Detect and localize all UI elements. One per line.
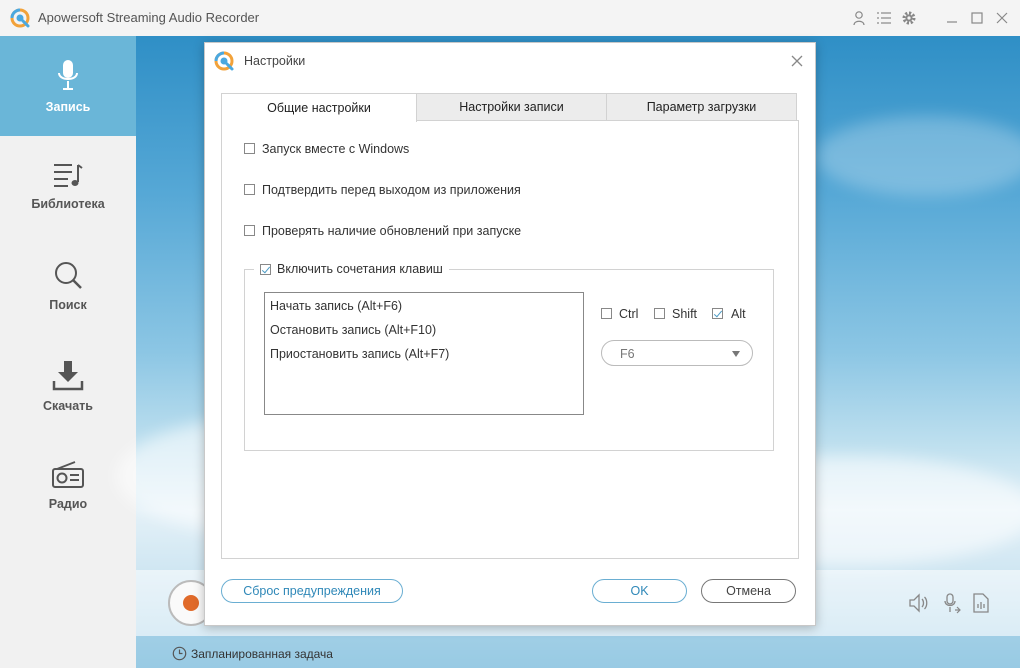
ctrl-label: Ctrl: [619, 307, 639, 321]
ctrl-checkbox[interactable]: [601, 308, 612, 319]
sidebar-item-library[interactable]: Библиотека: [0, 136, 136, 236]
gear-icon[interactable]: [897, 6, 921, 30]
tab-download-settings[interactable]: Параметр загрузки: [606, 93, 797, 121]
start-with-windows-label: Запуск вместе с Windows: [262, 142, 410, 156]
sidebar-item-label: Запись: [45, 100, 91, 114]
sidebar-item-label: Библиотека: [31, 197, 105, 211]
confirm-exit-label: Подтвердить перед выходом из приложения: [262, 183, 521, 197]
chevron-down-icon: [732, 351, 740, 357]
alt-label: Alt: [731, 307, 746, 321]
volume-icon[interactable]: [908, 592, 930, 614]
hotkey-list[interactable]: Начать запись (Alt+F6) Остановить запись…: [264, 292, 584, 415]
sidebar-item-label: Скачать: [43, 399, 93, 413]
cancel-button[interactable]: Отмена: [701, 579, 796, 603]
maximize-icon[interactable]: [965, 6, 989, 30]
sidebar-item-record[interactable]: Запись: [0, 36, 136, 136]
scheduled-task-link[interactable]: Запланированная задача: [172, 646, 333, 661]
hotkey-item-stop[interactable]: Остановить запись (Alt+F10): [270, 323, 436, 337]
clock-icon: [172, 646, 187, 661]
enable-hotkeys-label: Включить сочетания клавиш: [277, 262, 443, 276]
microphone-icon: [58, 60, 78, 90]
check-updates-label: Проверять наличие обновлений при запуске: [262, 224, 522, 238]
alt-checkbox[interactable]: [712, 308, 723, 319]
close-icon[interactable]: [990, 6, 1014, 30]
hotkey-key-value: F6: [620, 347, 635, 361]
hotkey-item-start[interactable]: Начать запись (Alt+F6): [270, 299, 402, 313]
tab-label: Параметр загрузки: [646, 100, 757, 114]
ok-button[interactable]: OK: [592, 579, 687, 603]
radio-icon: [52, 461, 84, 488]
download-icon: [52, 361, 84, 391]
music-list-icon: [54, 164, 83, 187]
tab-label: Общие настройки: [267, 101, 371, 115]
shift-checkbox[interactable]: [654, 308, 665, 319]
menu-list-icon[interactable]: [872, 6, 896, 30]
hotkey-key-select[interactable]: F6: [601, 340, 753, 366]
tab-record-settings[interactable]: Настройки записи: [416, 93, 607, 121]
tab-label: Настройки записи: [459, 100, 564, 114]
dialog-logo-icon: [214, 51, 234, 71]
audio-file-icon[interactable]: [970, 592, 992, 614]
dialog-close-icon[interactable]: [789, 53, 805, 69]
app-logo-icon: [10, 8, 30, 28]
minimize-icon[interactable]: [940, 6, 964, 30]
start-with-windows-checkbox[interactable]: [244, 143, 255, 154]
sidebar-item-search[interactable]: Поиск: [0, 236, 136, 336]
sidebar-item-download[interactable]: Скачать: [0, 336, 136, 436]
sidebar-item-label: Поиск: [49, 298, 87, 312]
sidebar-item-radio[interactable]: Радио: [0, 436, 136, 536]
confirm-exit-checkbox[interactable]: [244, 184, 255, 195]
dialog-title: Настройки: [244, 54, 306, 68]
search-icon: [55, 262, 82, 289]
audio-source-icon[interactable]: [940, 592, 962, 614]
sidebar-item-label: Радио: [48, 497, 88, 511]
hotkey-item-pause[interactable]: Приостановить запись (Alt+F7): [270, 347, 449, 361]
tab-general[interactable]: Общие настройки: [221, 93, 417, 122]
record-dot-icon: [183, 595, 199, 611]
check-updates-checkbox[interactable]: [244, 225, 255, 236]
hotkeys-group-legend: Включить сочетания клавиш: [254, 260, 449, 278]
title-bar: Apowersoft Streaming Audio Recorder: [0, 0, 1020, 36]
scheduled-task-label: Запланированная задача: [191, 646, 333, 661]
enable-hotkeys-checkbox[interactable]: [260, 263, 271, 275]
shift-label: Shift: [672, 307, 698, 321]
user-icon[interactable]: [847, 6, 871, 30]
app-title: Apowersoft Streaming Audio Recorder: [38, 10, 260, 25]
sidebar: Запись Библиотека Поиск Скачать Радио: [0, 36, 136, 668]
reset-warnings-button[interactable]: Сброс предупреждения: [221, 579, 403, 603]
